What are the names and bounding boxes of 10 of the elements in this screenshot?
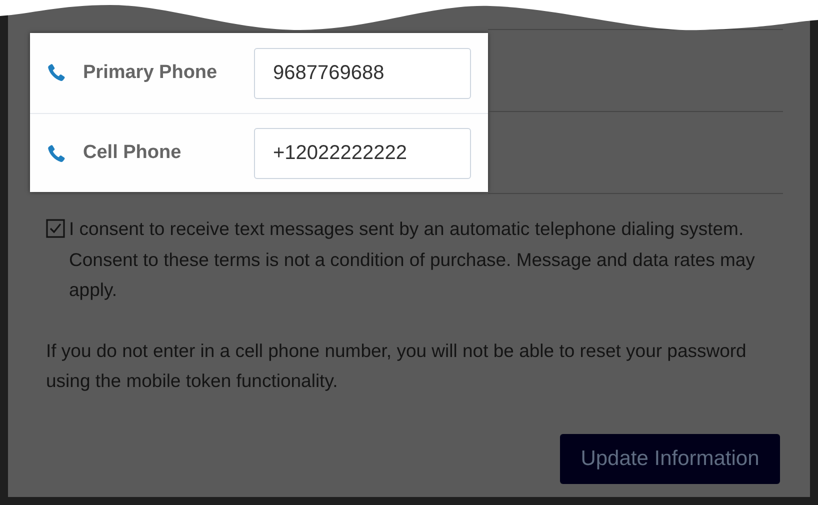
update-information-button[interactable]: Update Information (560, 434, 780, 484)
consent-text: I consent to receive text messages sent by an automatic telephone dialing system. Consent to these terms is not a condition of purchase. Message and data rates may apply. (69, 217, 756, 302)
field-label: Primary Phone (83, 60, 218, 85)
phone-icon (45, 62, 67, 84)
consent-checkbox[interactable] (46, 219, 65, 238)
field-label: Cell Phone (83, 141, 182, 166)
info-text: If you do not enter in a cell phone number, you will not be able to reset your password using the mobile token functionality. (46, 338, 748, 393)
phone-icon (45, 142, 67, 164)
phone-input[interactable]: 9687769688 (254, 48, 471, 98)
phone-input[interactable]: +12022222222 (254, 128, 471, 179)
